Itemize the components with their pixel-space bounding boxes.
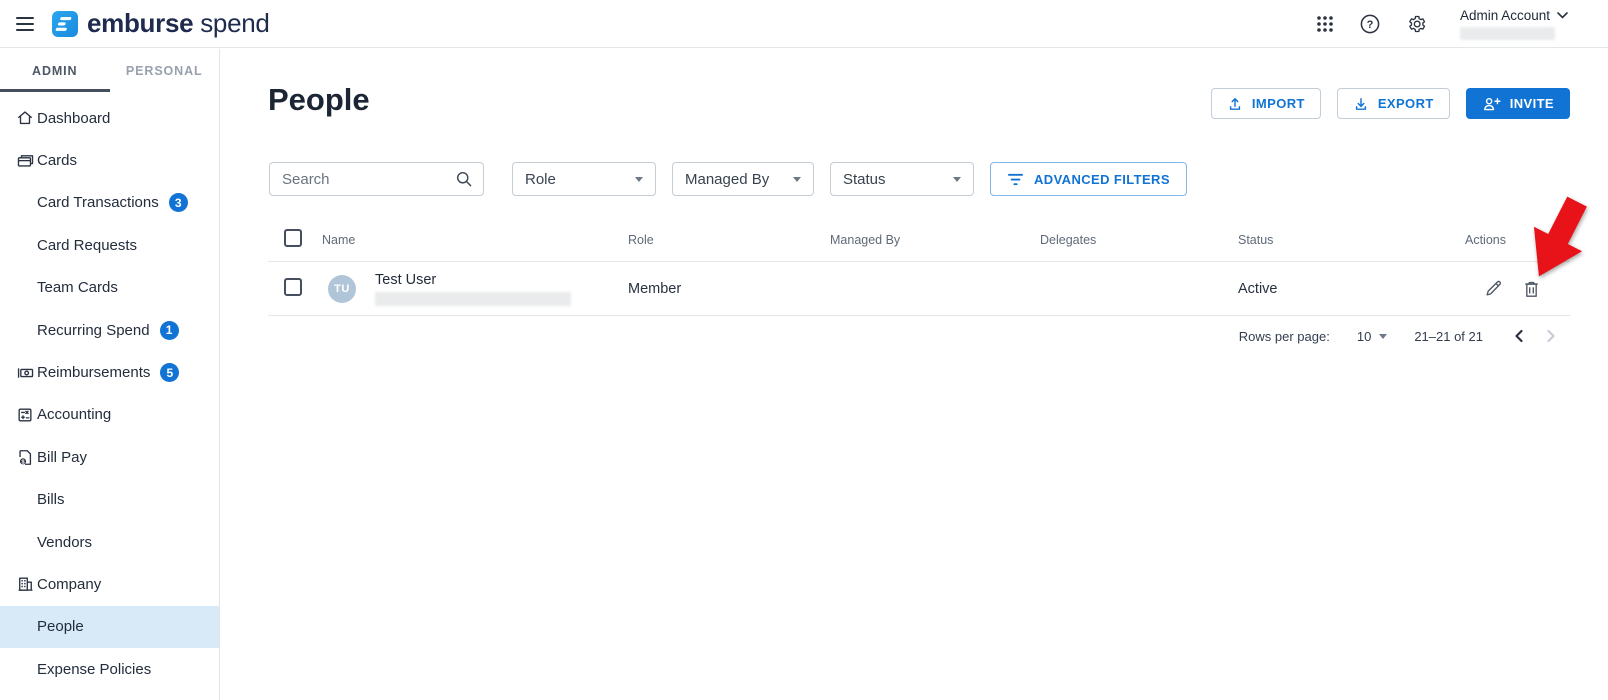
avatar: TU bbox=[328, 274, 356, 303]
recurring-spend-badge: 1 bbox=[159, 320, 179, 340]
chevron-down-icon bbox=[1557, 11, 1568, 19]
sidebar-item-cards[interactable]: Cards bbox=[0, 139, 219, 181]
emburse-logo-icon bbox=[52, 10, 78, 37]
cards-icon bbox=[16, 152, 37, 170]
sidebar-item-bills[interactable]: Bills bbox=[0, 479, 219, 521]
managed-by-filter-select[interactable]: Managed By bbox=[672, 162, 814, 196]
search-box bbox=[269, 162, 484, 196]
page-actions: IMPORT EXPORT INVITE bbox=[1210, 88, 1570, 119]
caret-down-icon bbox=[953, 176, 961, 182]
bill-icon: $ bbox=[16, 448, 37, 467]
next-page-icon[interactable] bbox=[1542, 326, 1560, 346]
help-icon[interactable]: ? bbox=[1360, 14, 1380, 34]
row-checkbox[interactable] bbox=[284, 277, 302, 296]
download-icon bbox=[1355, 97, 1366, 110]
export-button[interactable]: EXPORT bbox=[1336, 88, 1450, 119]
sidebar-item-people[interactable]: People bbox=[0, 605, 219, 649]
sidebar-item-card-requests[interactable]: Card Requests bbox=[0, 224, 219, 266]
sidebar-item-company[interactable]: Company bbox=[0, 563, 219, 605]
caret-down-icon bbox=[635, 176, 643, 182]
main-content: People IMPORT EXPORT INVITE Role bbox=[221, 49, 1608, 700]
settings-gear-icon[interactable] bbox=[1406, 14, 1426, 34]
rows-per-page-select[interactable]: 10 bbox=[1357, 329, 1388, 344]
sidebar-tabs: ADMIN PERSONAL bbox=[0, 49, 219, 92]
sidebar-item-accounting[interactable]: Accounting bbox=[0, 394, 219, 436]
card-transactions-badge: 3 bbox=[168, 193, 188, 213]
table-row[interactable]: TU Test User Member Active bbox=[268, 262, 1570, 316]
cash-icon bbox=[16, 364, 37, 382]
table-header-row: Name Role Managed By Delegates Status Ac… bbox=[268, 218, 1570, 262]
advanced-filters-button[interactable]: ADVANCED FILTERS bbox=[990, 162, 1187, 196]
filter-lines-icon bbox=[1008, 173, 1023, 185]
filter-bar: Role Managed By Status ADVANCED FILTERS bbox=[269, 162, 1187, 196]
sidebar-item-expense-policies[interactable]: Expense Policies bbox=[0, 648, 219, 690]
people-table: Name Role Managed By Delegates Status Ac… bbox=[268, 218, 1570, 356]
tab-personal[interactable]: PERSONAL bbox=[110, 49, 220, 92]
delete-trash-icon[interactable] bbox=[1523, 280, 1540, 298]
account-redacted-value bbox=[1459, 26, 1555, 40]
sidebar-item-team-cards[interactable]: Team Cards bbox=[0, 267, 219, 309]
caret-down-icon bbox=[793, 176, 801, 182]
rows-per-page-label: Rows per page: bbox=[1238, 328, 1330, 344]
logo-text: emburse spend bbox=[87, 8, 270, 38]
search-icon bbox=[456, 171, 472, 187]
emburse-logo[interactable]: emburse spend bbox=[52, 8, 270, 39]
sidebar-nav: Dashboard Cards Card Transactions 3 Card… bbox=[0, 97, 219, 690]
sidebar: ADMIN PERSONAL Dashboard Cards Card Tran… bbox=[0, 49, 220, 700]
user-status: Active bbox=[1238, 280, 1278, 297]
account-label: Admin Account bbox=[1459, 7, 1550, 23]
user-name: Test User bbox=[375, 271, 437, 288]
sidebar-item-recurring-spend[interactable]: Recurring Spend 1 bbox=[0, 309, 219, 351]
invite-button[interactable]: INVITE bbox=[1465, 88, 1570, 119]
calculator-icon bbox=[16, 406, 37, 424]
svg-text:?: ? bbox=[1367, 19, 1374, 31]
sidebar-item-vendors[interactable]: Vendors bbox=[0, 521, 219, 563]
sidebar-item-bill-pay[interactable]: $ Bill Pay bbox=[0, 436, 219, 478]
caret-down-icon bbox=[1379, 333, 1388, 339]
sidebar-item-reimbursements[interactable]: Reimbursements 5 bbox=[0, 351, 219, 393]
upload-icon bbox=[1229, 97, 1241, 110]
prev-page-icon[interactable] bbox=[1510, 326, 1528, 346]
status-filter-select[interactable]: Status bbox=[830, 162, 974, 196]
import-button[interactable]: IMPORT bbox=[1210, 88, 1321, 119]
tab-admin[interactable]: ADMIN bbox=[0, 49, 110, 92]
hamburger-menu-icon[interactable] bbox=[16, 16, 34, 31]
pagination: Rows per page: 10 21–21 of 21 bbox=[268, 316, 1570, 356]
home-icon bbox=[16, 109, 37, 127]
sidebar-item-card-transactions[interactable]: Card Transactions 3 bbox=[0, 182, 219, 224]
account-menu[interactable]: Admin Account bbox=[1459, 7, 1568, 40]
user-role: Member bbox=[628, 280, 682, 297]
sidebar-item-dashboard[interactable]: Dashboard bbox=[0, 97, 219, 139]
page-title: People bbox=[268, 82, 370, 117]
search-input[interactable] bbox=[269, 162, 484, 196]
building-icon bbox=[16, 575, 37, 593]
email-redacted bbox=[375, 291, 571, 306]
person-add-icon bbox=[1483, 97, 1501, 110]
pagination-range: 21–21 of 21 bbox=[1414, 328, 1483, 344]
apps-grid-icon[interactable] bbox=[1316, 15, 1334, 33]
select-all-checkbox[interactable] bbox=[284, 229, 302, 247]
reimbursements-badge: 5 bbox=[160, 363, 180, 383]
role-filter-select[interactable]: Role bbox=[512, 162, 656, 196]
edit-pencil-icon[interactable] bbox=[1484, 280, 1502, 298]
topbar: emburse spend ? Admin Account bbox=[0, 0, 1608, 48]
